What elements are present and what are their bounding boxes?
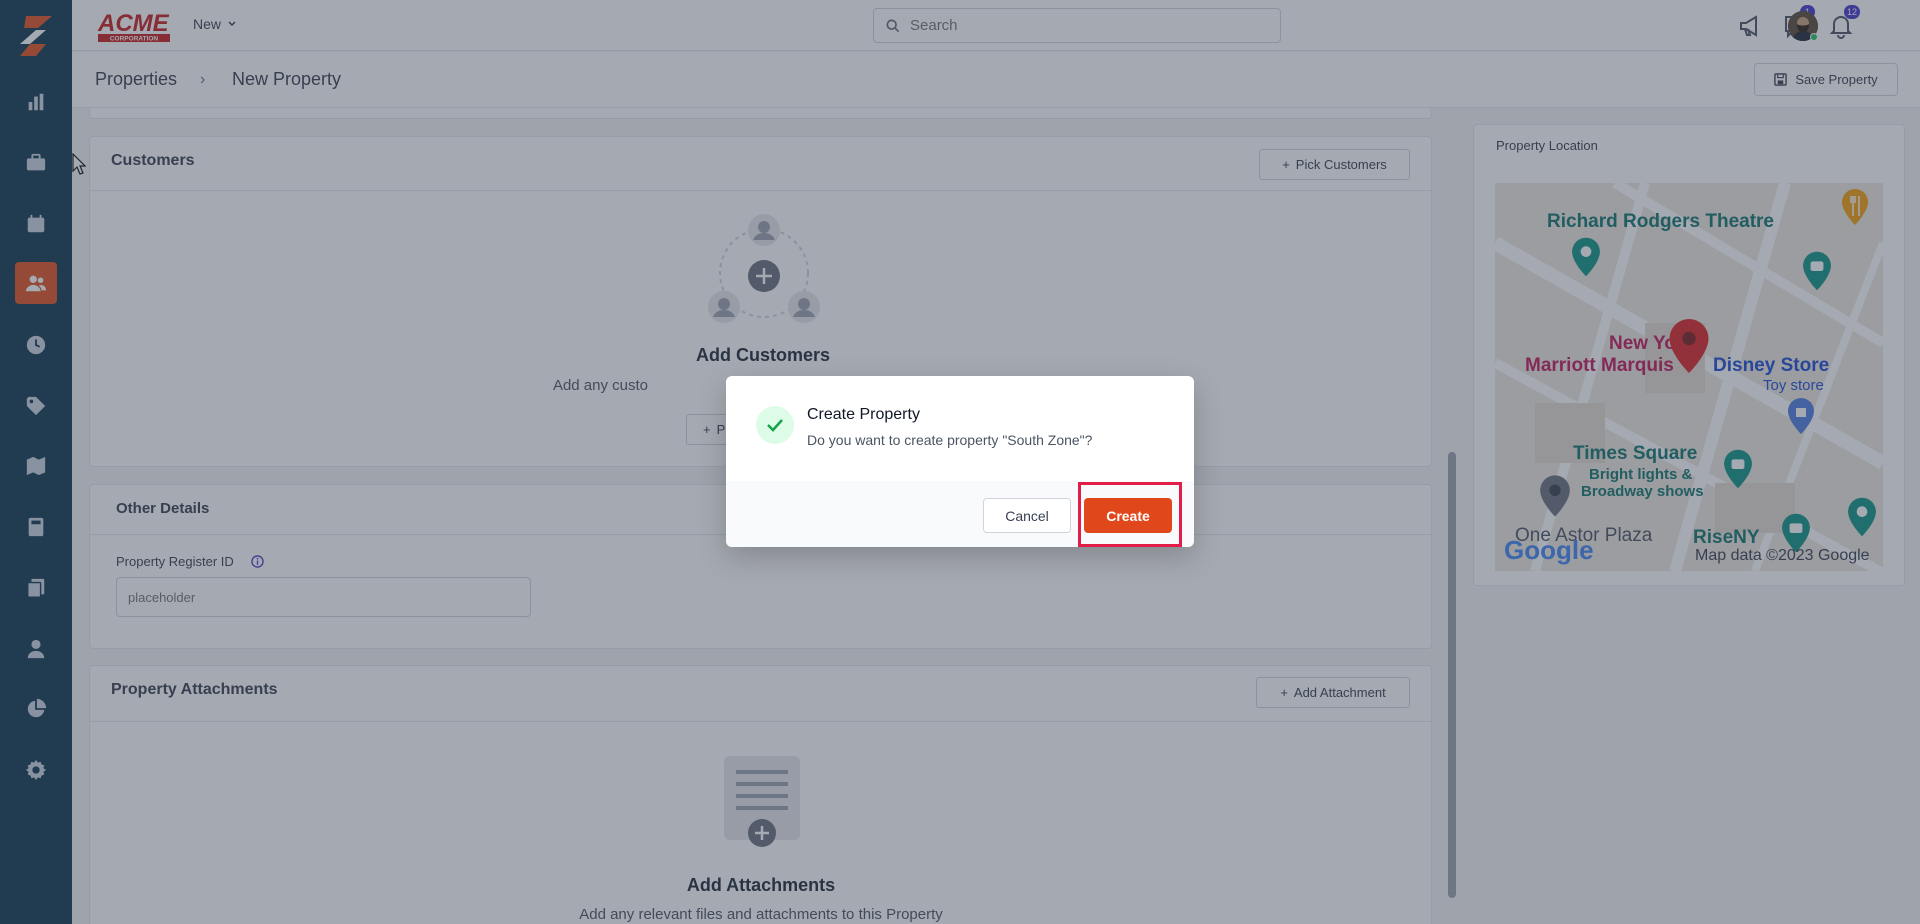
dialog-message: Do you want to create property "South Zo… [807, 432, 1093, 448]
check-icon [767, 419, 783, 432]
create-button-highlight [1078, 482, 1182, 547]
cancel-button[interactable]: Cancel [983, 498, 1071, 533]
dialog-title: Create Property [807, 406, 920, 423]
success-badge [756, 406, 794, 444]
